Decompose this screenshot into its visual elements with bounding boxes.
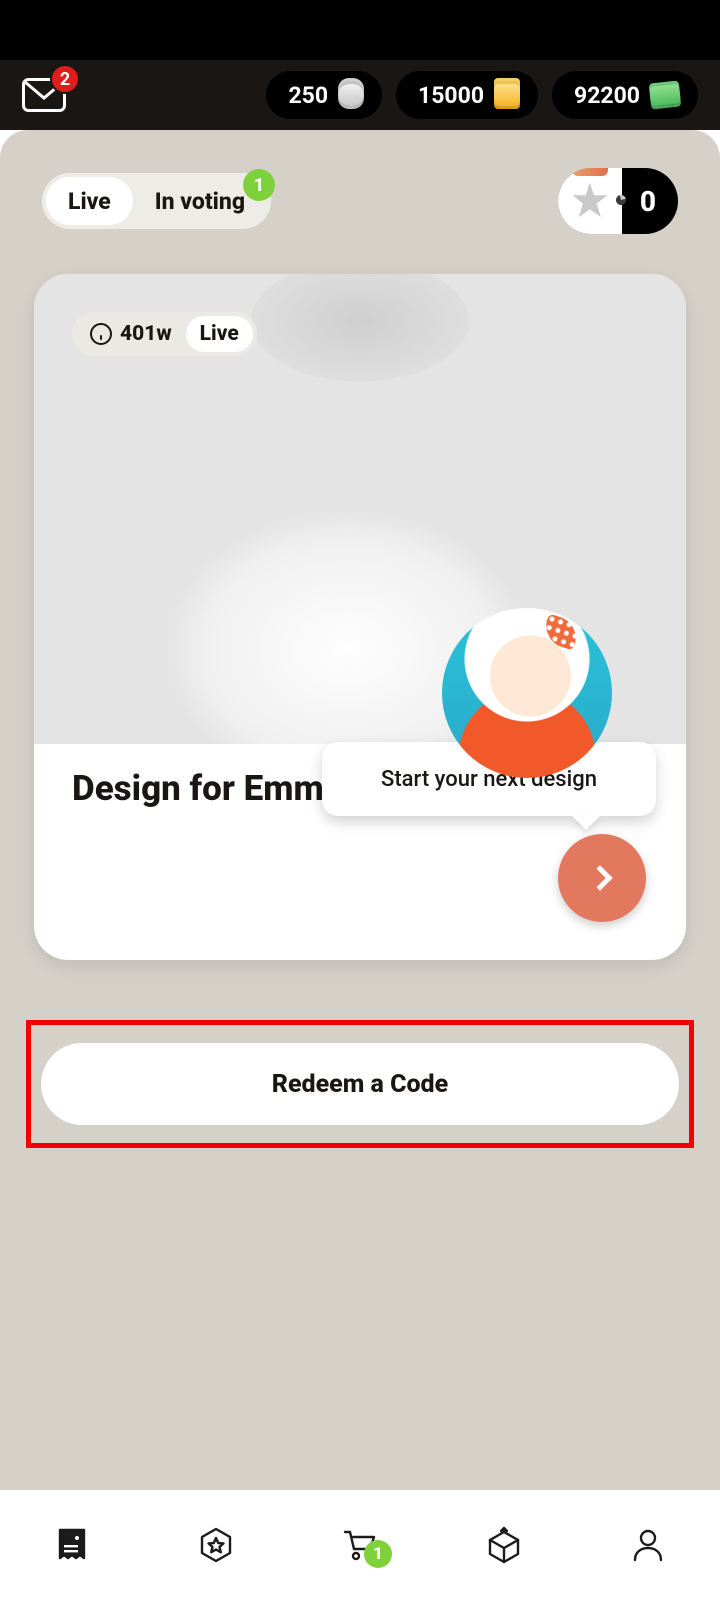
- card-status-chip: 401w Live: [72, 312, 257, 356]
- main-panel: Live In voting 1 0 401w: [0, 130, 720, 1490]
- cash-stack-icon: [649, 83, 681, 106]
- tab-in-voting[interactable]: In voting 1: [133, 177, 267, 225]
- app-header: 2 250 15000 92200: [0, 60, 720, 130]
- star-icon-box: [558, 168, 622, 234]
- mail-button[interactable]: 2: [22, 78, 66, 112]
- live-status: Live: [186, 316, 253, 352]
- host-avatar: [442, 608, 612, 778]
- currency-amount: 250: [288, 82, 328, 109]
- clock-icon: [90, 323, 112, 345]
- nav-cart[interactable]: 1: [288, 1526, 432, 1564]
- star-count: 0: [622, 185, 678, 218]
- tabs-row: Live In voting 1 0: [0, 168, 720, 234]
- currency-gold[interactable]: 15000: [396, 71, 538, 119]
- redeem-code-button[interactable]: Redeem a Code: [41, 1043, 679, 1125]
- start-design-button[interactable]: [558, 834, 646, 922]
- status-bar-spacer: [0, 0, 720, 60]
- currency-amount: 92200: [574, 82, 640, 109]
- currency-row: 250 15000 92200: [266, 71, 698, 119]
- profile-icon: [629, 1526, 667, 1564]
- star-icon: [571, 182, 609, 220]
- mail-badge: 2: [50, 64, 80, 94]
- redeem-label: Redeem a Code: [272, 1070, 448, 1099]
- bottom-nav: 1: [0, 1490, 720, 1600]
- voting-count-badge: 1: [243, 169, 275, 201]
- chevron-right-icon: [587, 865, 612, 890]
- time-remaining: 401w: [76, 316, 186, 352]
- nav-home[interactable]: [0, 1526, 144, 1564]
- design-card[interactable]: 401w Live Design for Emma Start your nex…: [34, 274, 686, 960]
- redeem-highlight-box: Redeem a Code: [26, 1020, 694, 1148]
- coin-stack-icon: [338, 84, 364, 106]
- card-title: Design for Emma: [72, 768, 342, 809]
- nav-challenges[interactable]: [144, 1526, 288, 1564]
- tab-label: In voting: [155, 188, 245, 215]
- nav-inventory[interactable]: [432, 1526, 576, 1564]
- star-hex-icon: [197, 1526, 235, 1564]
- tab-label: Live: [68, 188, 111, 215]
- currency-amount: 15000: [418, 82, 484, 109]
- receipt-icon: [53, 1526, 91, 1564]
- currency-coins[interactable]: 250: [266, 71, 382, 119]
- nav-profile[interactable]: [576, 1526, 720, 1564]
- tab-live[interactable]: Live: [46, 177, 133, 225]
- currency-cash[interactable]: 92200: [552, 71, 698, 119]
- gold-stack-icon: [494, 84, 520, 106]
- box-icon: [485, 1526, 523, 1564]
- cart-badge: 1: [364, 1540, 392, 1568]
- tabs-pill: Live In voting 1: [42, 173, 271, 229]
- star-score-chip[interactable]: 0: [558, 168, 678, 234]
